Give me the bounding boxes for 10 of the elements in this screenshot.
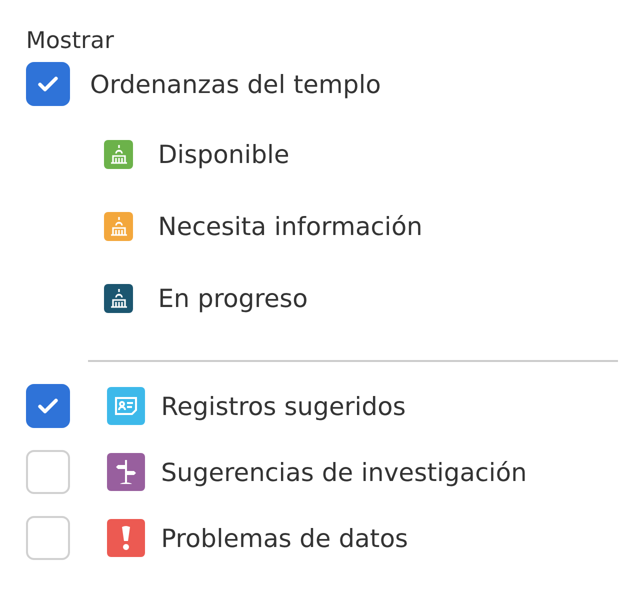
checkbox-label: Sugerencias de investigación <box>161 458 527 486</box>
checkbox[interactable] <box>26 384 70 428</box>
section-heading: Mostrar <box>26 27 114 56</box>
checkbox-label: Problemas de datos <box>161 524 408 552</box>
legend-label: En progreso <box>158 284 308 312</box>
legend-label: Disponible <box>158 140 290 168</box>
checkbox[interactable] <box>26 62 70 106</box>
legend-label: Necesita información <box>158 212 422 240</box>
checkbox-label: Ordenanzas del templo <box>90 70 381 98</box>
checkbox-label: Registros sugeridos <box>161 392 406 420</box>
